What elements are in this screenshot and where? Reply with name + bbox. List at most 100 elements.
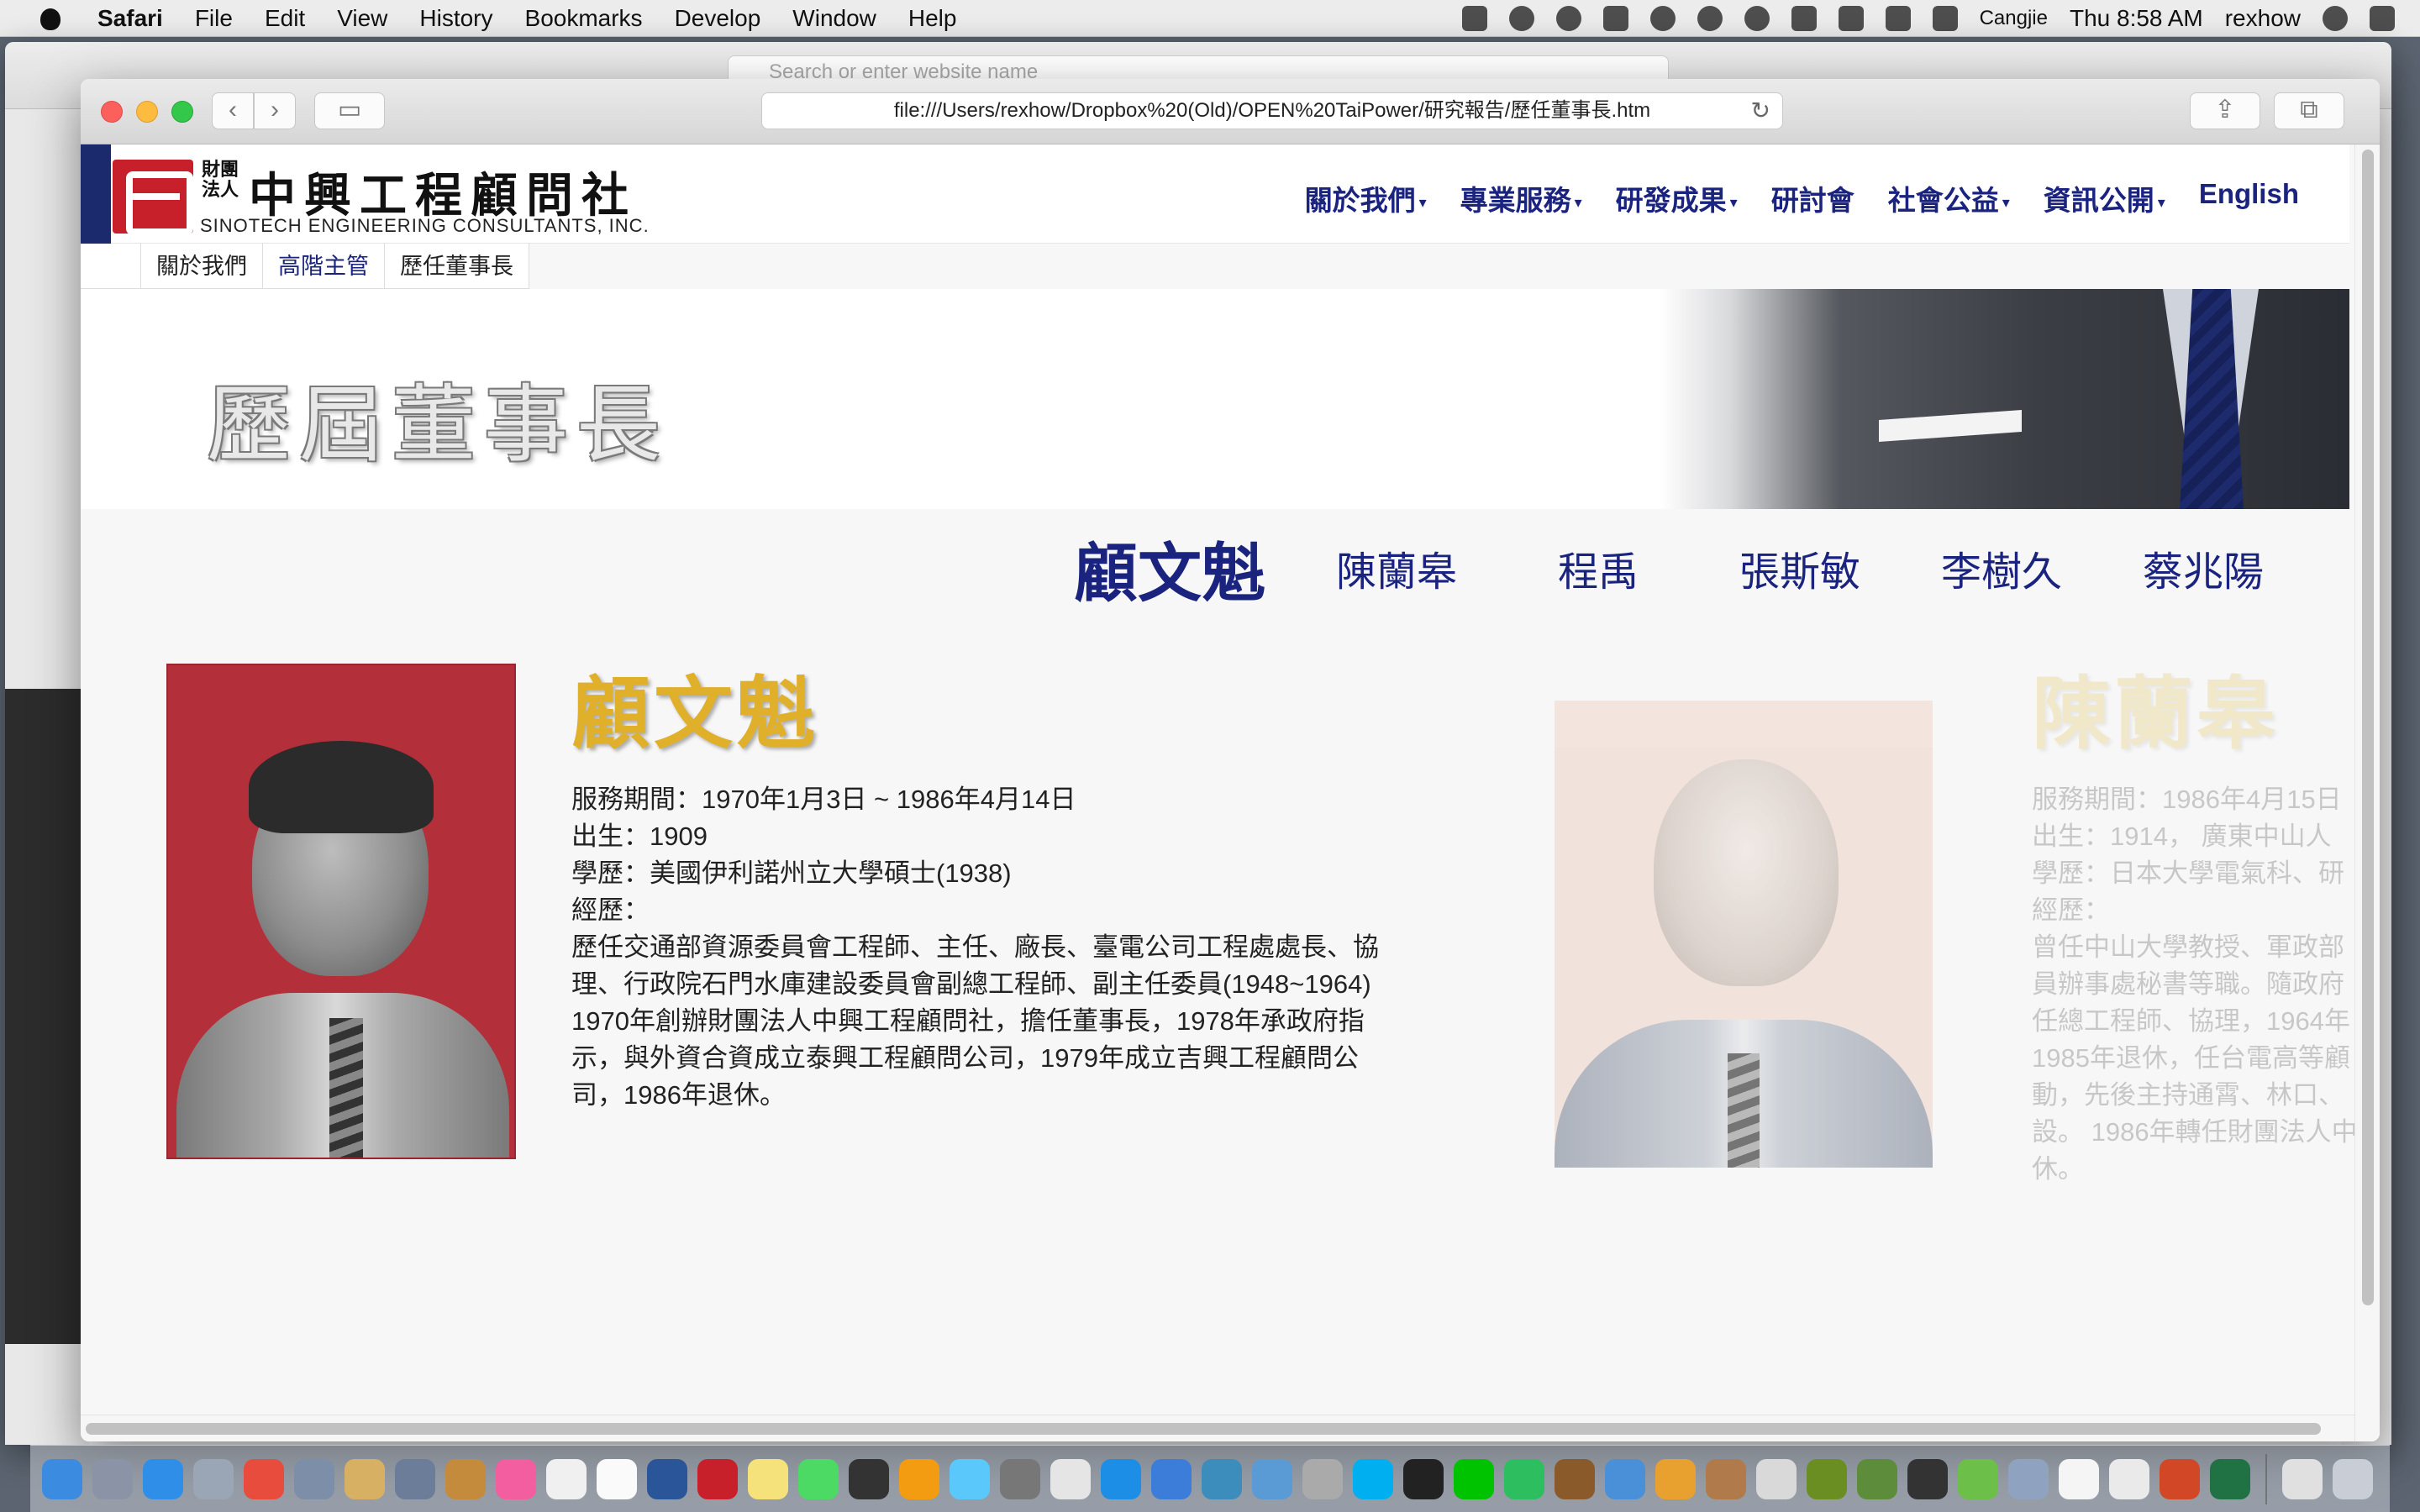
- address-bar-url[interactable]: file:///Users/rexhow/Dropbox%20(Old)/OPE…: [894, 99, 1650, 122]
- tab-chairman-6[interactable]: 蔡兆陽: [2128, 538, 2279, 597]
- creative-cloud-icon[interactable]: [1649, 6, 1676, 31]
- tab-chairman-4[interactable]: 張斯敏: [1724, 538, 1876, 597]
- safari-icon[interactable]: [143, 1458, 183, 1499]
- system-preferences-icon[interactable]: [1000, 1458, 1040, 1499]
- itunes-icon[interactable]: [496, 1458, 536, 1499]
- menu-safari[interactable]: Safari: [97, 5, 163, 32]
- photo-booth-icon[interactable]: [849, 1458, 889, 1499]
- dropbox-icon[interactable]: [1602, 6, 1628, 31]
- menu-file[interactable]: File: [195, 5, 233, 32]
- keynote-icon[interactable]: [193, 1458, 234, 1499]
- trash-icon[interactable]: [2333, 1458, 2373, 1499]
- powerpoint-icon[interactable]: [2160, 1458, 2200, 1499]
- garageband-icon[interactable]: [1706, 1458, 1746, 1499]
- nav-english[interactable]: English: [2199, 178, 2299, 218]
- preview-icon[interactable]: [294, 1458, 334, 1499]
- menu-develop[interactable]: Develop: [675, 5, 761, 32]
- reload-icon[interactable]: ↻: [1751, 93, 1770, 129]
- horizontal-scroll-thumb[interactable]: [86, 1423, 2321, 1435]
- evernote-app-icon[interactable]: [1504, 1458, 1544, 1499]
- migration-icon[interactable]: [1151, 1458, 1192, 1499]
- zoom-window-button[interactable]: [171, 101, 193, 123]
- logo-english-name[interactable]: SINOTECH ENGINEERING CONSULTANTS, INC.: [200, 215, 650, 237]
- menu-edit[interactable]: Edit: [265, 5, 305, 32]
- input-method-label[interactable]: Cangjie: [1980, 7, 2048, 30]
- breadcrumb-executives[interactable]: 高階主管: [263, 244, 385, 289]
- line-icon[interactable]: [1555, 6, 1581, 31]
- chrome-icon[interactable]: [244, 1458, 284, 1499]
- app-icon[interactable]: [697, 1458, 738, 1499]
- volume-icon[interactable]: [1791, 6, 1817, 31]
- pdf-document-icon[interactable]: [2282, 1458, 2323, 1499]
- menubar-user[interactable]: rexhow: [2225, 5, 2301, 32]
- tab-overview-icon[interactable]: ⧉: [2274, 92, 2344, 129]
- facetime-icon[interactable]: [798, 1458, 839, 1499]
- spotlight-search-icon[interactable]: [2323, 6, 2348, 31]
- menu-window[interactable]: Window: [792, 5, 876, 32]
- menu-help[interactable]: Help: [908, 5, 957, 32]
- utility-icon[interactable]: [1302, 1458, 1343, 1499]
- settings-gear-icon[interactable]: [2008, 1458, 2049, 1499]
- sidebar-toggle-icon[interactable]: ▭: [314, 92, 385, 129]
- ibooks-icon[interactable]: [899, 1458, 939, 1499]
- skype-icon[interactable]: [1353, 1458, 1393, 1499]
- excel-icon[interactable]: [2210, 1458, 2250, 1499]
- photos-browser-icon[interactable]: [395, 1458, 435, 1499]
- share-icon[interactable]: ⇪: [2190, 92, 2260, 129]
- document-icon[interactable]: [2109, 1458, 2149, 1499]
- nav-disclosure[interactable]: 資訊公開 ▾: [2044, 178, 2165, 218]
- back-button[interactable]: ‹: [212, 92, 254, 129]
- forward-button[interactable]: ›: [254, 92, 296, 129]
- nav-charity[interactable]: 社會公益 ▾: [1888, 178, 2010, 218]
- time-machine-icon[interactable]: [1744, 6, 1770, 31]
- disk-utility-icon[interactable]: [1907, 1458, 1948, 1499]
- script-editor-icon[interactable]: [1756, 1458, 1797, 1499]
- line-app-icon[interactable]: [1454, 1458, 1494, 1499]
- leaf-app-icon[interactable]: [1958, 1458, 1998, 1499]
- battery-icon[interactable]: [1885, 6, 1911, 31]
- reminders-icon[interactable]: [597, 1458, 637, 1499]
- cursor-tool-icon[interactable]: [1461, 6, 1487, 31]
- vertical-scrollbar[interactable]: [2354, 144, 2380, 1441]
- notes-icon[interactable]: [445, 1458, 486, 1499]
- messenger-icon[interactable]: [1252, 1458, 1292, 1499]
- numbers-icon[interactable]: [1605, 1458, 1645, 1499]
- nav-about[interactable]: 關於我們 ▾: [1305, 178, 1427, 218]
- apple-menu-icon[interactable]: [34, 2, 67, 35]
- kindle-icon[interactable]: [1403, 1458, 1444, 1499]
- ccleaner-icon[interactable]: [1202, 1458, 1242, 1499]
- photos-icon[interactable]: [1655, 1458, 1696, 1499]
- do-not-disturb-icon[interactable]: [1697, 6, 1723, 31]
- tab-chairman-1[interactable]: 顧文魁: [1069, 522, 1270, 614]
- stickies-icon[interactable]: [748, 1458, 788, 1499]
- notification-center-icon[interactable]: [2370, 6, 2395, 31]
- finder-icon[interactable]: [42, 1458, 82, 1499]
- tab-chairman-5[interactable]: 李樹久: [1926, 538, 2077, 597]
- nav-services[interactable]: 專業服務 ▾: [1460, 178, 1582, 218]
- menu-history[interactable]: History: [419, 5, 492, 32]
- launchpad-icon[interactable]: [92, 1458, 133, 1499]
- breadcrumb-about[interactable]: 關於我們: [141, 244, 263, 289]
- close-window-button[interactable]: [101, 101, 123, 123]
- horizontal-scrollbar[interactable]: [81, 1415, 2354, 1441]
- menu-bookmarks[interactable]: Bookmarks: [525, 5, 643, 32]
- calendar-icon[interactable]: [546, 1458, 587, 1499]
- textedit-icon[interactable]: [1050, 1458, 1091, 1499]
- sinotech-logo-icon[interactable]: [113, 160, 193, 235]
- minecraft-icon[interactable]: [1857, 1458, 1897, 1499]
- tab-chairman-3[interactable]: 程禹: [1523, 538, 1674, 597]
- image-capture-icon[interactable]: [1807, 1458, 1847, 1499]
- address-bar[interactable]: file:///Users/rexhow/Dropbox%20(Old)/OPE…: [761, 92, 1783, 129]
- menubar-clock[interactable]: Thu 8:58 AM: [2070, 5, 2203, 32]
- input-method-icon[interactable]: [1932, 6, 1958, 31]
- wifi-icon[interactable]: [1838, 6, 1864, 31]
- tab-chairman-2[interactable]: 陳蘭皋: [1321, 538, 1472, 597]
- app-store-icon[interactable]: [1101, 1458, 1141, 1499]
- books-library-icon[interactable]: [1555, 1458, 1595, 1499]
- vertical-scroll-thumb[interactable]: [2362, 150, 2374, 1305]
- mail-icon[interactable]: [345, 1458, 385, 1499]
- nav-seminar[interactable]: 研討會: [1771, 178, 1854, 218]
- evernote-icon[interactable]: [1508, 6, 1534, 31]
- word-icon[interactable]: [647, 1458, 687, 1499]
- nav-research[interactable]: 研發成果 ▾: [1616, 178, 1738, 218]
